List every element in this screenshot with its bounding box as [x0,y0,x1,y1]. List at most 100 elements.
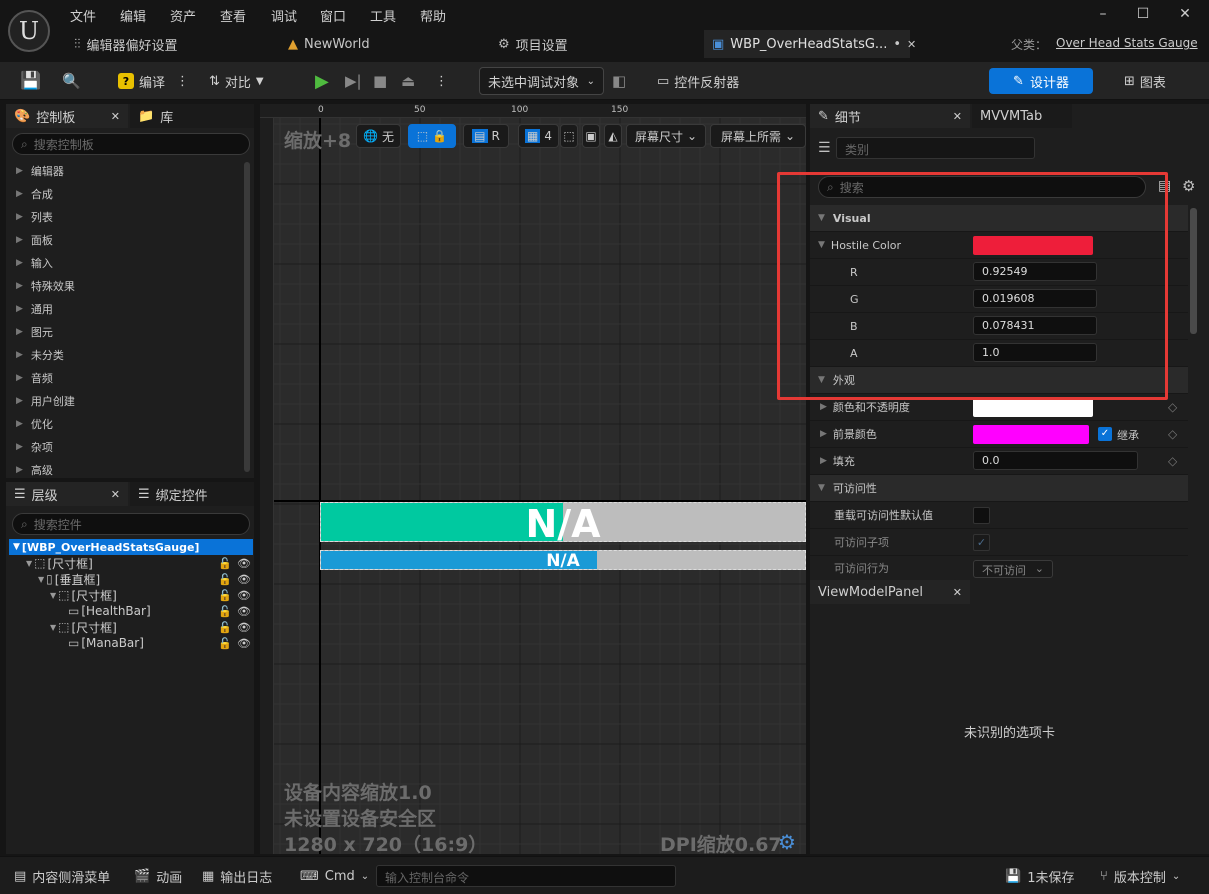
palette-category[interactable]: ▶ 特殊效果 [16,274,75,297]
settings-gear-icon[interactable]: ⚙ [1182,177,1195,195]
debug-world-icon[interactable]: ◧ [612,67,626,95]
browse-icon[interactable]: 🔍 [62,67,81,95]
menu-tools[interactable]: 工具 [370,6,396,25]
table-view-icon[interactable]: ▤ [1158,178,1171,194]
image-icon[interactable]: ▣ [582,124,600,148]
maximize-icon[interactable]: ☐ [1133,6,1153,22]
graph-button[interactable]: ⊞ 图表 [1124,67,1166,95]
keyframe-diamond-icon[interactable]: ◇ [1168,400,1177,414]
padding-input[interactable]: 0.0 [973,451,1138,470]
save-icon[interactable]: 💾 [20,67,41,95]
menu-assets[interactable]: 资产 [170,6,196,25]
eject-icon[interactable]: ⏏ [401,67,415,95]
output-log-button[interactable]: ▦ 输出日志 [202,865,272,887]
lock-toggle[interactable]: ⬚ 🔒 [408,124,456,148]
palette-category[interactable]: ▶ 面板 [16,228,53,251]
minimize-icon[interactable]: – [1093,6,1113,22]
visibility-eye-icon[interactable]: 👁 [237,605,251,618]
collapse-icon[interactable]: ▼ [38,575,44,584]
tab-bind-widgets[interactable]: ☰ 绑定控件 [130,482,254,506]
tree-node[interactable]: ▭ [HealthBar] 🔓 👁 [68,603,254,619]
color-b-input[interactable]: 0.078431 [973,316,1097,335]
stop-icon[interactable]: ■ [373,67,387,95]
tab-project-settings[interactable]: ⚙ 项目设置 [498,30,568,58]
close-tab-icon[interactable]: ✕ [953,110,962,123]
dpi-settings-gear-icon[interactable]: ⚙ [778,830,796,854]
tree-node[interactable]: ▼ ⬚ [尺寸框] 🔓 👁 [26,555,254,571]
close-tab-icon[interactable]: ✕ [953,586,962,599]
access-behavior-dropdown[interactable]: 不可访问 ⌄ [973,560,1053,578]
visual-section-header[interactable]: ▼ Visual [810,205,1188,232]
expand-icon[interactable]: ▶ [820,429,827,439]
palette-category[interactable]: ▶ 输入 [16,251,53,274]
visibility-eye-icon[interactable]: 👁 [237,557,251,570]
source-control-button[interactable]: ⑂ 版本控制 ⌄ [1100,865,1180,887]
console-command-input[interactable]: 输入控制台命令 [376,865,676,887]
diff-button[interactable]: ⇅ 对比 ▼ [209,67,264,95]
palette-category[interactable]: ▶ 列表 [16,205,53,228]
collapse-icon[interactable]: ▼ [26,559,32,568]
palette-category[interactable]: ▶ 未分类 [16,343,64,366]
designer-viewport[interactable]: 0 50 100 150 缩放+8 🌐 无 ⬚ 🔒 ▤ R ▦ 4 ⬚ ▣ ◭ … [260,104,806,854]
appearance-section-header[interactable]: ▼ 外观 [810,367,1188,394]
lock-icon[interactable]: 🔓 [218,573,232,586]
animation-button[interactable]: 🎬 动画 [134,865,182,887]
hostile-color-swatch[interactable] [973,236,1093,255]
visibility-eye-icon[interactable]: 👁 [237,637,251,650]
tree-node[interactable]: ▭ [ManaBar] 🔓 👁 [68,635,254,651]
palette-category[interactable]: ▶ 图元 [16,320,53,343]
lock-icon[interactable]: 🔓 [218,589,232,602]
color-a-input[interactable]: 1.0 [973,343,1097,362]
close-tab-icon[interactable]: ✕ [111,488,120,501]
override-access-checkbox[interactable] [973,507,990,524]
widget-reflector-button[interactable]: ▭ 控件反射器 [657,67,739,95]
tree-root[interactable]: ▼ [WBP_OverHeadStatsGauge] [9,539,253,555]
step-icon[interactable]: ▶| [345,67,362,95]
palette-category[interactable]: ▶ 优化 [16,412,53,435]
tab-mvvm[interactable]: MVVMTab [972,104,1072,128]
collapse-icon[interactable]: ▼ [818,240,825,250]
palette-category[interactable]: ▶ 用户创建 [16,389,75,412]
grid-snap-toggle[interactable]: ▦ 4 [518,124,559,148]
menu-debug[interactable]: 调试 [271,6,297,25]
more-options-icon[interactable]: ⋮ [176,74,189,89]
tab-library[interactable]: 📁 库 [130,104,254,128]
expand-icon[interactable]: ▶ [820,456,827,466]
collapse-icon[interactable]: ▼ [50,591,56,600]
lock-icon[interactable]: 🔓 [218,605,232,618]
mana-bar[interactable]: N/A [320,550,806,571]
tree-node[interactable]: ▼ ⬚ [尺寸框] 🔓 👁 [50,587,254,603]
fill-screen-dropdown[interactable]: 屏幕上所需 ⌄ [710,124,806,148]
palette-category[interactable]: ▶ 合成 [16,182,53,205]
expand-icon[interactable]: ▶ [820,402,827,412]
palette-search-input[interactable]: ⌕ 搜索控制板 [12,133,250,155]
color-g-input[interactable]: 0.019608 [973,289,1097,308]
menu-help[interactable]: 帮助 [420,6,446,25]
cmd-dropdown[interactable]: ⌨ Cmd ⌄ [300,865,369,887]
palette-category[interactable]: ▶ 通用 [16,297,53,320]
palette-category[interactable]: ▶ 杂项 [16,435,53,458]
respect-locks-toggle[interactable]: ▤ R [463,124,509,148]
lock-icon[interactable]: 🔓 [218,557,232,570]
foreground-color-swatch[interactable] [973,425,1089,444]
tab-viewmodel[interactable]: ViewModelPanel ✕ [810,580,970,604]
keyframe-diamond-icon[interactable]: ◇ [1168,427,1177,441]
tab-palette[interactable]: 🎨 控制板 ✕ [6,104,128,128]
tab-widget-blueprint[interactable]: ▣ WBP_OverHeadStatsG... • ✕ [704,30,916,58]
accessibility-section-header[interactable]: ▼ 可访问性 [810,475,1188,502]
lock-icon[interactable]: 🔓 [218,637,232,650]
details-search-input[interactable]: ⌕ 搜索 [818,176,1146,198]
color-opacity-swatch[interactable] [973,398,1093,417]
tree-node[interactable]: ▼ ▯ [垂直框] 🔓 👁 [38,571,254,587]
hierarchy-search-input[interactable]: ⌕ 搜索控件 [12,513,250,535]
close-tab-icon[interactable]: ✕ [907,38,916,51]
category-input[interactable]: 类别 [836,137,1035,159]
palette-category[interactable]: ▶ 编辑器 [16,159,64,182]
tree-node[interactable]: ▼ ⬚ [尺寸框] 🔓 👁 [50,619,254,635]
palette-category[interactable]: ▶ 音频 [16,366,53,389]
lock-icon[interactable]: 🔓 [218,621,232,634]
menu-edit[interactable]: 编辑 [120,6,146,25]
menu-file[interactable]: 文件 [70,6,96,25]
collapse-icon[interactable]: ▼ [50,623,56,632]
visibility-eye-icon[interactable]: 👁 [237,621,251,634]
